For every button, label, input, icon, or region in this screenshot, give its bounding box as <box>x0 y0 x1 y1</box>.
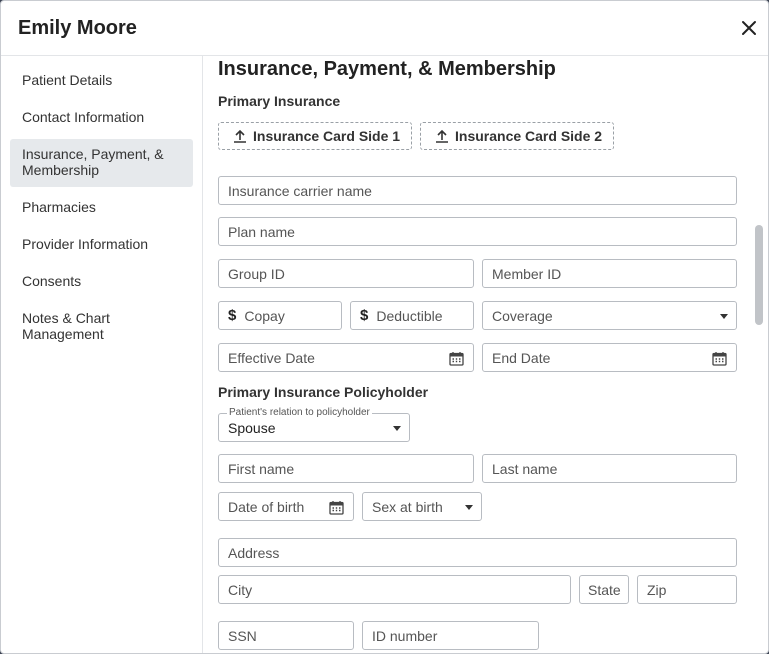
state-placeholder: State <box>588 581 621 598</box>
first-name-input[interactable]: First name <box>218 454 474 483</box>
dob-input[interactable]: Date of birth <box>218 492 354 521</box>
copay-placeholder: Copay <box>244 307 285 324</box>
deductible-placeholder: Deductible <box>376 307 443 324</box>
sex-placeholder: Sex at birth <box>372 498 443 515</box>
ssn-placeholder: SSN <box>228 627 257 644</box>
calendar-icon[interactable] <box>449 351 464 366</box>
modal-header: Emily Moore <box>1 1 768 56</box>
insurance-form: Insurance, Payment, & Membership Primary… <box>203 56 754 653</box>
section-title: Insurance, Payment, & Membership <box>218 58 556 80</box>
group-id-placeholder: Group ID <box>228 265 285 282</box>
dollar-icon: $ <box>360 307 369 324</box>
address-input[interactable]: Address <box>218 538 737 567</box>
patient-modal: Emily Moore Patient Details Contact Info… <box>0 0 769 654</box>
insurance-carrier-input[interactable]: Insurance carrier name <box>218 176 737 205</box>
last-name-input[interactable]: Last name <box>482 454 737 483</box>
city-placeholder: City <box>228 581 253 598</box>
plan-name-input[interactable]: Plan name <box>218 217 737 246</box>
dollar-icon: $ <box>228 307 237 324</box>
effective-date-input[interactable]: Effective Date <box>218 343 474 372</box>
sidebar-item-provider-information[interactable]: Provider Information <box>10 236 193 252</box>
modal-title: Emily Moore <box>18 17 137 39</box>
end-date-input[interactable]: End Date <box>482 343 737 372</box>
address-placeholder: Address <box>228 544 280 561</box>
relation-select[interactable]: Patient's relation to policyholder Spous… <box>218 407 410 442</box>
zip-input[interactable]: Zip <box>637 575 737 604</box>
first-name-placeholder: First name <box>228 460 295 477</box>
sidebar-item-pharmacies[interactable]: Pharmacies <box>10 199 193 215</box>
chevron-down-icon <box>465 505 473 510</box>
last-name-placeholder: Last name <box>492 460 558 477</box>
upload-side1-label: Insurance Card Side 1 <box>253 128 401 144</box>
dob-placeholder: Date of birth <box>228 498 305 515</box>
sidebar-item-insurance[interactable]: Insurance, Payment, & Membership <box>10 139 193 187</box>
upload-card-side1-button[interactable]: Insurance Card Side 1 <box>218 122 412 150</box>
close-icon[interactable] <box>738 17 760 39</box>
sidebar-item-contact-information[interactable]: Contact Information <box>10 109 193 125</box>
id-number-placeholder: ID number <box>372 627 438 644</box>
deductible-input[interactable]: $ Deductible <box>350 301 474 330</box>
effective-date-placeholder: Effective Date <box>228 349 315 366</box>
end-date-placeholder: End Date <box>492 349 551 366</box>
chevron-down-icon <box>720 314 728 319</box>
coverage-placeholder: Coverage <box>492 307 553 324</box>
chevron-down-icon <box>393 426 401 431</box>
member-id-input[interactable]: Member ID <box>482 259 737 288</box>
calendar-icon[interactable] <box>712 351 727 366</box>
sex-at-birth-select[interactable]: Sex at birth <box>362 492 482 521</box>
sidebar-item-notes-chart-management[interactable]: Notes & Chart Management <box>10 310 193 342</box>
ssn-input[interactable]: SSN <box>218 621 354 650</box>
sidebar-nav: Patient Details Contact Information Insu… <box>1 56 203 653</box>
coverage-select[interactable]: Coverage <box>482 301 737 330</box>
copay-input[interactable]: $ Copay <box>218 301 342 330</box>
zip-placeholder: Zip <box>647 581 667 598</box>
upload-side2-label: Insurance Card Side 2 <box>455 128 603 144</box>
member-id-placeholder: Member ID <box>492 265 562 282</box>
group-id-input[interactable]: Group ID <box>218 259 474 288</box>
insurance-carrier-placeholder: Insurance carrier name <box>228 182 372 199</box>
plan-name-placeholder: Plan name <box>228 223 295 240</box>
sidebar-item-consents[interactable]: Consents <box>10 273 193 289</box>
relation-value: Spouse <box>228 420 276 436</box>
city-input[interactable]: City <box>218 575 571 604</box>
upload-card-side2-button[interactable]: Insurance Card Side 2 <box>420 122 614 150</box>
state-input[interactable]: State <box>579 575 629 604</box>
primary-insurance-heading: Primary Insurance <box>218 93 341 109</box>
calendar-icon[interactable] <box>329 500 344 515</box>
upload-icon <box>436 129 448 143</box>
scrollbar-thumb[interactable] <box>755 225 763 325</box>
id-number-input[interactable]: ID number <box>362 621 539 650</box>
relation-label: Patient's relation to policyholder <box>227 407 372 418</box>
upload-icon <box>234 129 246 143</box>
policyholder-heading: Primary Insurance Policyholder <box>218 384 429 400</box>
sidebar-item-patient-details[interactable]: Patient Details <box>10 72 193 88</box>
